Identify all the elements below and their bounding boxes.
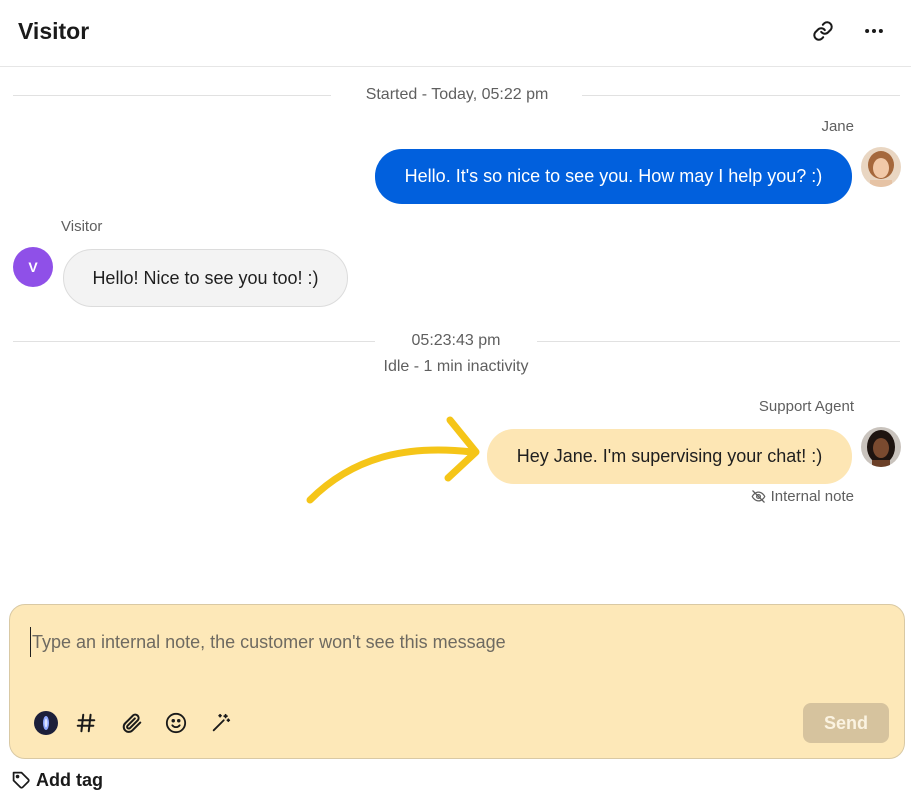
page-title: Visitor [18, 18, 90, 44]
link-icon [813, 21, 833, 41]
internal-note-input[interactable] [30, 627, 880, 657]
annotation-arrow [306, 416, 480, 504]
chat-header: Visitor [0, 0, 911, 67]
more-horizontal-icon [865, 28, 883, 34]
ai-orb-icon [34, 711, 58, 735]
divider-left [13, 341, 375, 342]
idle-timestamp: 05:23:43 pm [411, 332, 501, 349]
agent-avatar [861, 147, 901, 187]
internal-note-label: Internal note [751, 488, 854, 505]
idle-status-text: Idle - 1 min inactivity [383, 358, 529, 375]
visitor-avatar: V [13, 247, 53, 287]
eye-off-icon [751, 490, 765, 503]
attach-file-button[interactable] [118, 709, 146, 737]
emoji-button[interactable] [162, 709, 190, 737]
paperclip-icon [122, 713, 142, 733]
send-button[interactable]: Send [803, 703, 889, 743]
more-options-button[interactable] [860, 17, 888, 45]
hashtag-icon [76, 713, 96, 733]
message-author: Jane [821, 118, 854, 135]
tag-icon [12, 771, 30, 789]
visitor-message-bubble: Hello! Nice to see you too! :) [63, 249, 348, 307]
divider-left [13, 95, 331, 96]
agent-message-bubble: Hello. It's so nice to see you. How may … [375, 149, 852, 204]
divider-right [582, 95, 900, 96]
message-author: Support Agent [758, 398, 854, 415]
add-tag-label: Add tag [36, 770, 103, 790]
ai-rephrase-button[interactable] [207, 709, 235, 737]
emoji-icon [165, 712, 187, 734]
copy-link-button[interactable] [809, 17, 837, 45]
message-composer: Send [9, 604, 905, 759]
internal-note-bubble: Hey Jane. I'm supervising your chat! :) [487, 429, 852, 484]
chat-started-text: Started - Today, 05:22 pm [365, 86, 549, 103]
add-tag-button[interactable]: Add tag [12, 770, 103, 791]
canned-response-button[interactable] [72, 709, 100, 737]
internal-note-text: Internal note [770, 488, 854, 505]
magic-wand-icon [212, 713, 231, 732]
ai-assistant-button[interactable] [32, 709, 60, 737]
support-agent-avatar [861, 427, 901, 467]
divider-right [537, 341, 900, 342]
message-author: Visitor [61, 218, 103, 235]
